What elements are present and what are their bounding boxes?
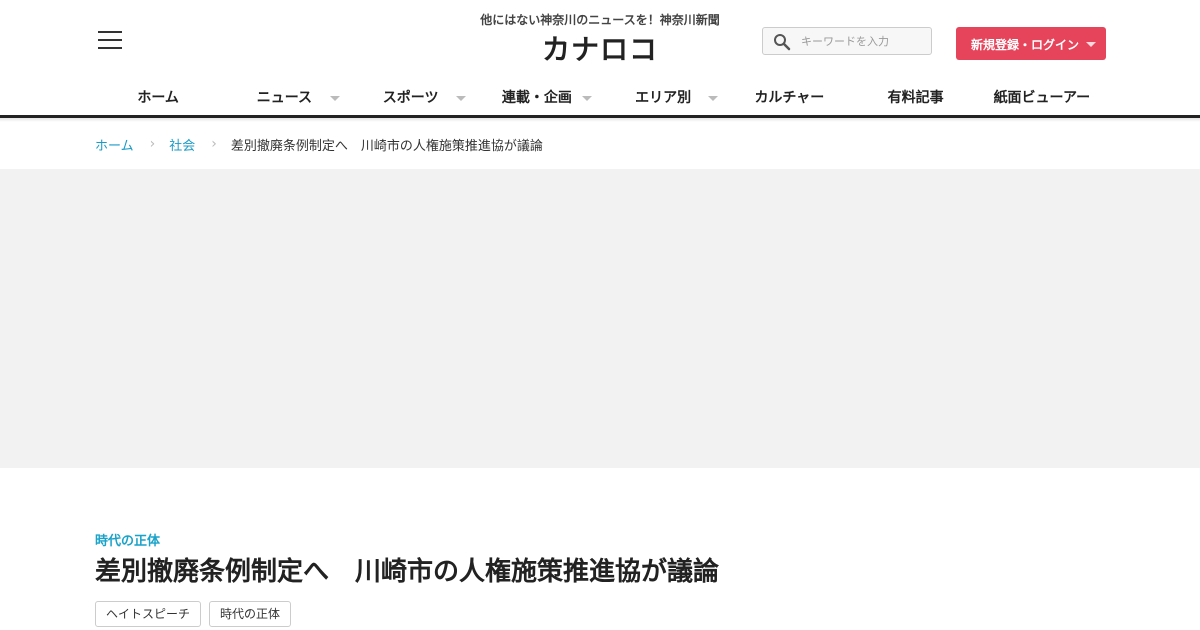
search-input[interactable] xyxy=(801,31,926,51)
nav-item-sports[interactable]: スポーツ xyxy=(348,82,474,118)
nav-item-label: 有料記事 xyxy=(887,90,944,106)
nav-item-series[interactable]: 連載・企画 xyxy=(474,82,600,118)
global-nav: ホーム ニュース スポーツ 連載・企画 エリア別 カルチャー 有料記事 紙面ビュ… xyxy=(95,82,1105,118)
nav-item-viewer[interactable]: 紙面ビューアー xyxy=(979,82,1105,118)
search-box[interactable] xyxy=(762,27,932,55)
nav-item-label: 連載・企画 xyxy=(501,90,572,106)
breadcrumb: ホーム › 社会 › 差別撤廃条例制定へ 川崎市の人権施策推進協が議論 xyxy=(95,134,543,154)
nav-item-label: カルチャー xyxy=(754,90,825,106)
nav-item-news[interactable]: ニュース xyxy=(221,82,347,118)
breadcrumb-section-link[interactable]: 社会 xyxy=(169,135,195,154)
article-title: 差別撤廃条例制定へ 川崎市の人権施策推進協が議論 xyxy=(95,557,720,587)
article-tags: ヘイトスピーチ 時代の正体 xyxy=(95,601,299,627)
site-header: 他にはない神奈川のニュースを！神奈川新聞 カナロコ 新規登録・ログイン xyxy=(0,0,1200,80)
nav-item-label: ニュース xyxy=(256,90,313,106)
article-category[interactable]: 時代の正体 xyxy=(95,530,160,549)
tag-jidai-no-shotai[interactable]: 時代の正体 xyxy=(209,601,292,627)
nav-item-label: エリア別 xyxy=(635,90,692,106)
chevron-down-icon xyxy=(455,96,466,101)
breadcrumb-current: 差別撤廃条例制定へ 川崎市の人権施策推進協が議論 xyxy=(230,138,543,154)
chevron-right-icon: › xyxy=(149,136,156,152)
nav-item-label: スポーツ xyxy=(382,90,439,106)
chevron-down-icon xyxy=(708,96,719,101)
nav-item-label: ホーム xyxy=(137,90,179,106)
search-icon[interactable] xyxy=(773,33,791,51)
chevron-right-icon: › xyxy=(211,136,217,152)
nav-item-home[interactable]: ホーム xyxy=(95,82,221,118)
ad-placeholder xyxy=(0,169,1200,468)
nav-shadow xyxy=(0,118,1200,122)
chevron-down-icon xyxy=(1086,42,1096,47)
tag-hate-speech[interactable]: ヘイトスピーチ xyxy=(95,601,202,627)
chevron-down-icon xyxy=(329,96,340,101)
chevron-down-icon xyxy=(582,96,592,101)
site-tagline: 他にはない神奈川のニュースを！神奈川新聞 xyxy=(480,13,720,27)
login-button-label: 新規登録・ログイン xyxy=(971,38,1080,52)
nav-item-area[interactable]: エリア別 xyxy=(600,82,726,118)
nav-item-culture[interactable]: カルチャー xyxy=(726,82,852,118)
breadcrumb-home-link[interactable]: ホーム xyxy=(95,135,134,154)
nav-item-paid[interactable]: 有料記事 xyxy=(853,82,979,118)
nav-item-label: 紙面ビューアー xyxy=(993,90,1091,106)
register-login-button[interactable]: 新規登録・ログイン xyxy=(956,27,1106,60)
